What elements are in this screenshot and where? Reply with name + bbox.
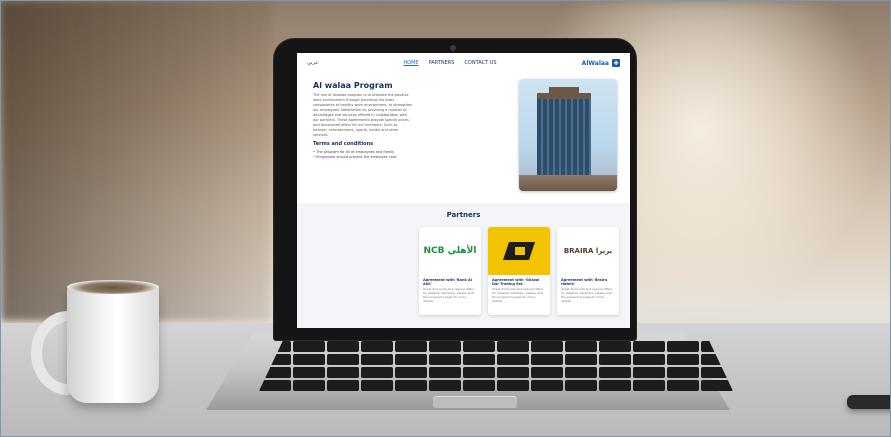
keyboard-key	[497, 354, 529, 365]
street	[519, 175, 617, 191]
keyboard-key	[327, 380, 359, 391]
keyboard-key	[395, 341, 427, 352]
keyboard-key	[463, 341, 495, 352]
keyboard-key	[565, 341, 597, 352]
keyboard-key	[395, 354, 427, 365]
keyboard-key	[633, 380, 665, 391]
background-wall	[1, 1, 271, 321]
partner-text: Great discounts and special offers for A…	[492, 287, 544, 303]
coffee-mug	[67, 286, 159, 403]
smartphone	[847, 395, 890, 409]
partner-text: Great discounts and special offers for A…	[561, 287, 613, 303]
keyboard-key	[599, 354, 631, 365]
mug-rim	[67, 280, 159, 294]
partner-title: Agreement with 'Bank Al Ahli'	[423, 278, 472, 286]
webcam	[450, 45, 456, 51]
nav-contact[interactable]: CONTACT US	[464, 60, 496, 66]
keyboard-key	[327, 341, 359, 352]
keyboard-key	[361, 354, 393, 365]
keyboard-key	[497, 367, 529, 378]
keyboard-key	[633, 341, 665, 352]
site-nav: HOME PARTNERS CONTACT US	[403, 60, 496, 66]
keyboard-key	[429, 354, 461, 365]
keyboard-key	[395, 380, 427, 391]
terms-list: • The program for all of employees and f…	[313, 150, 413, 160]
page-title: Al walaa Program	[313, 81, 393, 90]
keyboard-key	[531, 367, 563, 378]
keyboard-key	[293, 367, 325, 378]
keyboard-key	[565, 367, 597, 378]
photo-frame: عربي HOME PARTNERS CONTACT US AlWalaa ✚ …	[0, 0, 891, 437]
hero-description: The aim of Alwalaa program is to promote…	[313, 93, 413, 137]
laptop-trackpad	[433, 396, 517, 408]
keyboard-key	[463, 380, 495, 391]
keyboard-key	[429, 367, 461, 378]
partner-title: Agreement with 'Ghazal Dar Trading Est.'	[492, 278, 540, 286]
nav-partners[interactable]: PARTNERS	[429, 60, 455, 66]
partner-card[interactable]: BRAIRA بريرا Agreement with 'Braira Hote…	[557, 227, 619, 315]
keyboard-key	[327, 354, 359, 365]
yellow-partner-logo-icon	[503, 242, 535, 260]
keyboard-key	[463, 367, 495, 378]
site-header: عربي HOME PARTNERS CONTACT US AlWalaa ✚	[297, 53, 630, 73]
keyboard-key	[259, 380, 291, 391]
keyboard-key	[463, 354, 495, 365]
keyboard-key	[429, 380, 461, 391]
keyboard-key	[565, 380, 597, 391]
keyboard-key	[633, 354, 665, 365]
keyboard-key	[361, 380, 393, 391]
terms-title: Terms and conditions	[313, 141, 374, 147]
keyboard-key	[667, 380, 699, 391]
partner-card[interactable]: Agreement with 'Ghazal Dar Trading Est.'…	[488, 227, 550, 315]
keyboard-key	[599, 341, 631, 352]
keyboard-key	[327, 367, 359, 378]
laptop-screen: عربي HOME PARTNERS CONTACT US AlWalaa ✚ …	[297, 53, 630, 328]
tower	[537, 93, 591, 185]
keyboard-key	[599, 380, 631, 391]
keyboard-key	[395, 367, 427, 378]
partner-text: Great discounts and special offers for A…	[423, 287, 475, 303]
partners-section: Partners NCB الأهلي Agreement with 'Bank…	[297, 203, 630, 328]
terms-item: • Employees should present the employee …	[313, 155, 397, 159]
partners-title: Partners	[446, 211, 481, 219]
keyboard-key	[599, 367, 631, 378]
partner-logo: BRAIRA بريرا	[557, 227, 619, 275]
keyboard-key	[667, 354, 699, 365]
keyboard-key	[361, 341, 393, 352]
braira-logo: BRAIRA بريرا	[563, 247, 613, 255]
keyboard-key	[293, 341, 325, 352]
nav-home[interactable]: HOME	[403, 60, 418, 66]
keyboard-key	[497, 341, 529, 352]
ncb-logo: NCB الأهلي	[423, 246, 477, 256]
keyboard-key	[497, 380, 529, 391]
logo-text: AlWalaa	[581, 59, 609, 67]
partner-title: Agreement with 'Braira Hotels'	[561, 278, 608, 286]
site-logo[interactable]: AlWalaa ✚	[582, 59, 620, 67]
keyboard-key	[633, 367, 665, 378]
keyboard-key	[531, 380, 563, 391]
keyboard-key	[667, 341, 699, 352]
keyboard-key	[667, 367, 699, 378]
laptop-keyboard	[259, 341, 733, 391]
keyboard-key	[293, 380, 325, 391]
building-photo	[519, 79, 617, 191]
partner-logo	[488, 227, 550, 275]
partner-card[interactable]: NCB الأهلي Agreement with 'Bank Al Ahli'…	[419, 227, 481, 315]
keyboard-key	[531, 354, 563, 365]
keyboard-key	[701, 380, 733, 391]
partner-logo: NCB الأهلي	[419, 227, 481, 275]
keyboard-key	[293, 354, 325, 365]
logo-mark-icon: ✚	[611, 59, 620, 67]
keyboard-key	[429, 341, 461, 352]
keyboard-key	[361, 367, 393, 378]
keyboard-key	[531, 341, 563, 352]
keyboard-key	[565, 354, 597, 365]
language-toggle[interactable]: عربي	[307, 60, 318, 66]
